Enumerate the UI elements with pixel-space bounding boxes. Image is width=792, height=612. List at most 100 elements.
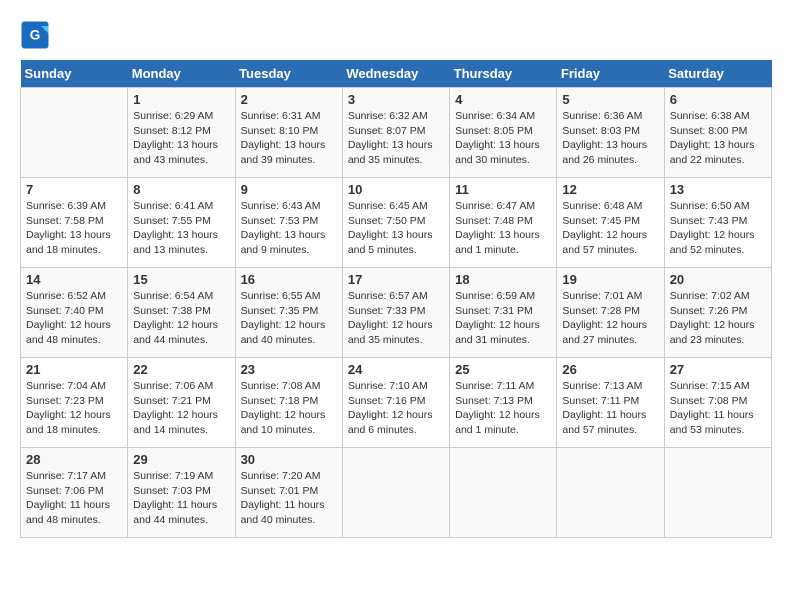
day-number: 5 (562, 92, 658, 107)
calendar-cell: 26 Sunrise: 7:13 AMSunset: 7:11 PMDayligh… (557, 358, 664, 448)
day-info: Sunrise: 6:55 AMSunset: 7:35 PMDaylight:… (241, 289, 337, 348)
calendar-week-row: 7 Sunrise: 6:39 AMSunset: 7:58 PMDaylight… (21, 178, 772, 268)
day-info: Sunrise: 6:59 AMSunset: 7:31 PMDaylight:… (455, 289, 551, 348)
day-number: 7 (26, 182, 122, 197)
day-info: Sunrise: 6:54 AMSunset: 7:38 PMDaylight:… (133, 289, 229, 348)
calendar-cell: 18 Sunrise: 6:59 AMSunset: 7:31 PMDayligh… (450, 268, 557, 358)
calendar-header: SundayMondayTuesdayWednesdayThursdayFrid… (21, 60, 772, 88)
day-number: 8 (133, 182, 229, 197)
day-info: Sunrise: 7:15 AMSunset: 7:08 PMDaylight:… (670, 379, 766, 438)
calendar-week-row: 14 Sunrise: 6:52 AMSunset: 7:40 PMDayligh… (21, 268, 772, 358)
day-number: 24 (348, 362, 444, 377)
weekday-header: Wednesday (342, 60, 449, 88)
day-number: 29 (133, 452, 229, 467)
weekday-header: Friday (557, 60, 664, 88)
calendar-cell: 20 Sunrise: 7:02 AMSunset: 7:26 PMDayligh… (664, 268, 771, 358)
day-info: Sunrise: 7:01 AMSunset: 7:28 PMDaylight:… (562, 289, 658, 348)
day-number: 3 (348, 92, 444, 107)
calendar-cell: 9Sunrise: 6:43 AMSunset: 7:53 PMDaylight… (235, 178, 342, 268)
calendar-cell: 12 Sunrise: 6:48 AMSunset: 7:45 PMDayligh… (557, 178, 664, 268)
day-number: 13 (670, 182, 766, 197)
day-info: Sunrise: 6:36 AMSunset: 8:03 PMDaylight:… (562, 109, 658, 168)
day-info: Sunrise: 7:19 AMSunset: 7:03 PMDaylight:… (133, 469, 229, 528)
day-info: Sunrise: 7:11 AMSunset: 7:13 PMDaylight:… (455, 379, 551, 438)
day-info: Sunrise: 6:43 AMSunset: 7:53 PMDaylight:… (241, 199, 337, 258)
day-number: 2 (241, 92, 337, 107)
day-number: 1 (133, 92, 229, 107)
calendar-cell: 13 Sunrise: 6:50 AMSunset: 7:43 PMDayligh… (664, 178, 771, 268)
calendar-cell (342, 448, 449, 538)
calendar-cell: 30 Sunrise: 7:20 AMSunset: 7:01 PMDayligh… (235, 448, 342, 538)
page-header: G (20, 20, 772, 50)
day-info: Sunrise: 7:10 AMSunset: 7:16 PMDaylight:… (348, 379, 444, 438)
calendar-table: SundayMondayTuesdayWednesdayThursdayFrid… (20, 60, 772, 538)
day-number: 14 (26, 272, 122, 287)
calendar-cell: 16 Sunrise: 6:55 AMSunset: 7:35 PMDayligh… (235, 268, 342, 358)
calendar-cell: 1 Sunrise: 6:29 AMSunset: 8:12 PMDaylight… (128, 88, 235, 178)
calendar-cell: 6 Sunrise: 6:38 AMSunset: 8:00 PMDaylight… (664, 88, 771, 178)
calendar-cell (450, 448, 557, 538)
day-number: 25 (455, 362, 551, 377)
weekday-header: Thursday (450, 60, 557, 88)
calendar-week-row: 1 Sunrise: 6:29 AMSunset: 8:12 PMDaylight… (21, 88, 772, 178)
day-number: 18 (455, 272, 551, 287)
weekday-header: Monday (128, 60, 235, 88)
day-info: Sunrise: 7:04 AMSunset: 7:23 PMDaylight:… (26, 379, 122, 438)
calendar-cell (664, 448, 771, 538)
day-number: 20 (670, 272, 766, 287)
day-number: 30 (241, 452, 337, 467)
logo: G (20, 20, 54, 50)
day-number: 10 (348, 182, 444, 197)
day-number: 12 (562, 182, 658, 197)
day-info: Sunrise: 6:48 AMSunset: 7:45 PMDaylight:… (562, 199, 658, 258)
calendar-cell: 21Sunrise: 7:04 AMSunset: 7:23 PMDayligh… (21, 358, 128, 448)
calendar-cell: 17Sunrise: 6:57 AMSunset: 7:33 PMDayligh… (342, 268, 449, 358)
day-number: 16 (241, 272, 337, 287)
calendar-cell: 22Sunrise: 7:06 AMSunset: 7:21 PMDayligh… (128, 358, 235, 448)
weekday-header: Saturday (664, 60, 771, 88)
calendar-cell: 10 Sunrise: 6:45 AMSunset: 7:50 PMDayligh… (342, 178, 449, 268)
calendar-week-row: 28 Sunrise: 7:17 AMSunset: 7:06 PMDayligh… (21, 448, 772, 538)
svg-text:G: G (30, 28, 41, 43)
day-info: Sunrise: 6:34 AMSunset: 8:05 PMDaylight:… (455, 109, 551, 168)
day-number: 28 (26, 452, 122, 467)
day-info: Sunrise: 7:20 AMSunset: 7:01 PMDaylight:… (241, 469, 337, 528)
day-info: Sunrise: 6:47 AMSunset: 7:48 PMDaylight:… (455, 199, 551, 258)
calendar-cell: 11 Sunrise: 6:47 AMSunset: 7:48 PMDayligh… (450, 178, 557, 268)
calendar-cell: 27 Sunrise: 7:15 AMSunset: 7:08 PMDayligh… (664, 358, 771, 448)
day-info: Sunrise: 6:50 AMSunset: 7:43 PMDaylight:… (670, 199, 766, 258)
calendar-cell (21, 88, 128, 178)
day-info: Sunrise: 6:57 AMSunset: 7:33 PMDaylight:… (348, 289, 444, 348)
calendar-cell: 15 Sunrise: 6:54 AMSunset: 7:38 PMDayligh… (128, 268, 235, 358)
day-info: Sunrise: 6:41 AMSunset: 7:55 PMDaylight:… (133, 199, 229, 258)
calendar-body: 1 Sunrise: 6:29 AMSunset: 8:12 PMDaylight… (21, 88, 772, 538)
day-info: Sunrise: 7:13 AMSunset: 7:11 PMDaylight:… (562, 379, 658, 438)
day-info: Sunrise: 7:02 AMSunset: 7:26 PMDaylight:… (670, 289, 766, 348)
weekday-header: Tuesday (235, 60, 342, 88)
day-info: Sunrise: 6:39 AMSunset: 7:58 PMDaylight:… (26, 199, 122, 258)
day-number: 15 (133, 272, 229, 287)
day-info: Sunrise: 6:31 AMSunset: 8:10 PMDaylight:… (241, 109, 337, 168)
logo-icon: G (20, 20, 50, 50)
day-number: 23 (241, 362, 337, 377)
calendar-cell: 19Sunrise: 7:01 AMSunset: 7:28 PMDayligh… (557, 268, 664, 358)
calendar-cell: 5 Sunrise: 6:36 AMSunset: 8:03 PMDaylight… (557, 88, 664, 178)
calendar-cell: 23 Sunrise: 7:08 AMSunset: 7:18 PMDayligh… (235, 358, 342, 448)
day-number: 4 (455, 92, 551, 107)
day-number: 26 (562, 362, 658, 377)
calendar-cell: 2 Sunrise: 6:31 AMSunset: 8:10 PMDaylight… (235, 88, 342, 178)
day-number: 22 (133, 362, 229, 377)
day-info: Sunrise: 6:38 AMSunset: 8:00 PMDaylight:… (670, 109, 766, 168)
day-info: Sunrise: 7:08 AMSunset: 7:18 PMDaylight:… (241, 379, 337, 438)
day-number: 11 (455, 182, 551, 197)
day-number: 27 (670, 362, 766, 377)
day-info: Sunrise: 6:52 AMSunset: 7:40 PMDaylight:… (26, 289, 122, 348)
calendar-cell: 7 Sunrise: 6:39 AMSunset: 7:58 PMDaylight… (21, 178, 128, 268)
calendar-week-row: 21Sunrise: 7:04 AMSunset: 7:23 PMDayligh… (21, 358, 772, 448)
day-number: 6 (670, 92, 766, 107)
calendar-cell: 24 Sunrise: 7:10 AMSunset: 7:16 PMDayligh… (342, 358, 449, 448)
day-info: Sunrise: 6:45 AMSunset: 7:50 PMDaylight:… (348, 199, 444, 258)
calendar-cell: 3Sunrise: 6:32 AMSunset: 8:07 PMDaylight… (342, 88, 449, 178)
day-info: Sunrise: 7:17 AMSunset: 7:06 PMDaylight:… (26, 469, 122, 528)
day-info: Sunrise: 6:29 AMSunset: 8:12 PMDaylight:… (133, 109, 229, 168)
